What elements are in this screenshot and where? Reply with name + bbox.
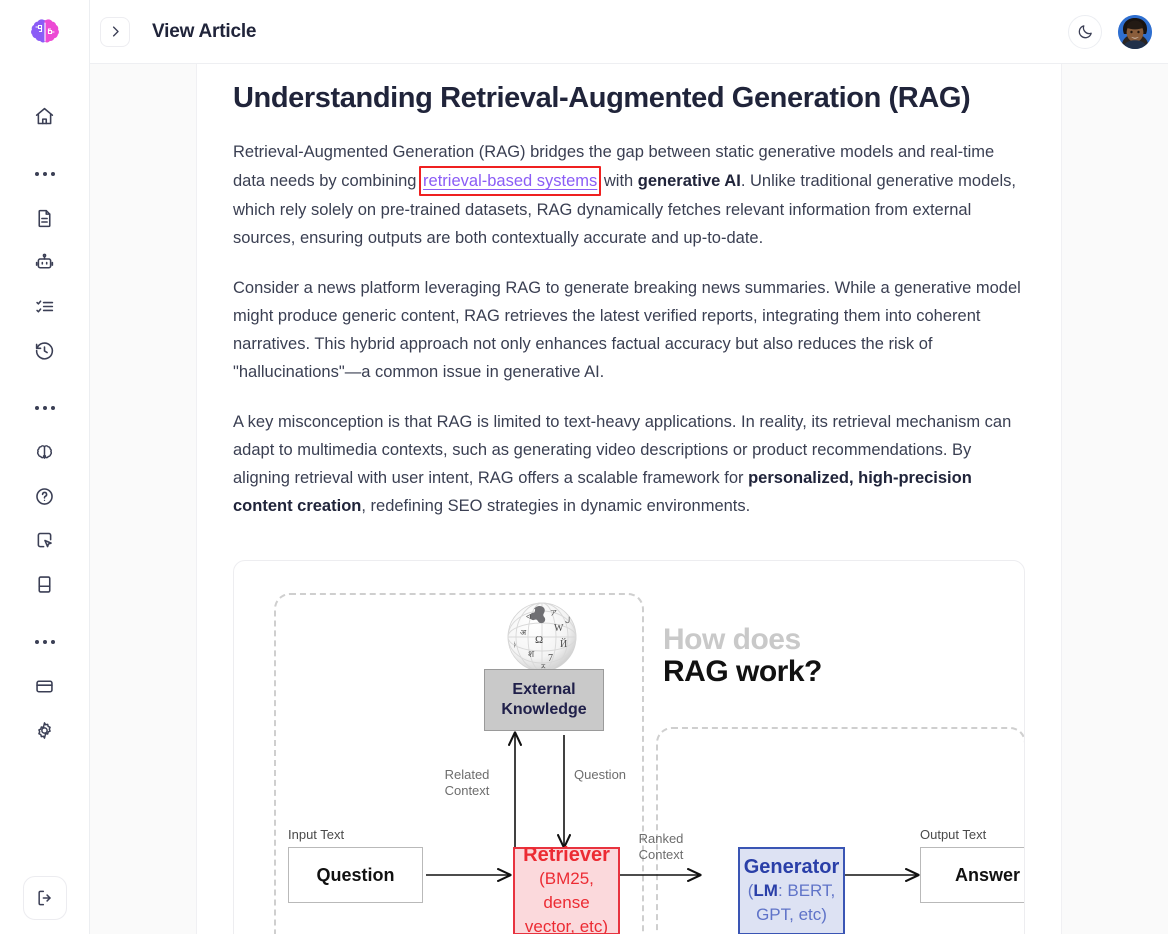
sidebar-item-help[interactable]	[23, 474, 67, 518]
logout-icon	[37, 890, 51, 906]
node-question: Question	[288, 847, 423, 903]
sidebar	[0, 0, 90, 934]
paragraph-1-bold: generative AI	[637, 172, 741, 190]
robot-icon	[35, 253, 54, 269]
sidebar-item-tasks[interactable]	[23, 284, 67, 328]
sidebar-item-home[interactable]	[23, 94, 67, 138]
app-root: View Article Understanding Retrieval-Aug…	[0, 0, 1168, 934]
brand-logo-container[interactable]	[0, 0, 90, 64]
article-card: rendering static content obsolete. Searc…	[196, 64, 1062, 934]
node-external-knowledge: External Knowledge	[484, 669, 604, 731]
user-avatar[interactable]	[1118, 14, 1152, 49]
ellipsis-icon	[34, 406, 39, 410]
theme-toggle-button[interactable]	[1068, 14, 1102, 49]
ellipsis-icon	[34, 172, 39, 176]
content-area: rendering static content obsolete. Searc…	[90, 64, 1168, 934]
svg-text:Й: Й	[560, 638, 567, 650]
question-circle-icon	[36, 487, 53, 505]
generator-subtitle: (LM: BERT, GPT, etc)	[747, 881, 836, 924]
avatar-image	[1118, 14, 1152, 49]
figure-heading-bold: RAG work?	[663, 655, 822, 688]
sidebar-item-settings[interactable]	[23, 708, 67, 752]
retrieval-based-systems-link[interactable]: retrieval-based systems	[423, 172, 597, 190]
external-knowledge-line-2: Knowledge	[501, 701, 587, 718]
list-check-icon	[36, 299, 54, 313]
article-figure: How does RAG work? Ω W Й अ ア ل श 7 ᐊ ᚦ ㅈ…	[233, 560, 1025, 934]
top-header: View Article	[90, 0, 1168, 64]
sidebar-item-history[interactable]	[23, 328, 67, 372]
sidebar-divider-2	[23, 386, 67, 430]
svg-text:ل: ل	[565, 616, 570, 624]
svg-text:अ: अ	[520, 628, 527, 637]
brain-logo-icon	[30, 19, 59, 43]
svg-text:7: 7	[548, 653, 553, 664]
cursor-click-icon	[37, 532, 52, 547]
sidebar-item-pointer[interactable]	[23, 518, 67, 562]
chevron-right-icon	[112, 26, 119, 37]
rag-diagram: How does RAG work? Ω W Й अ ア ل श 7 ᐊ ᚦ ㅈ…	[248, 575, 1024, 934]
sidebar-divider-1	[23, 152, 67, 196]
logout-container	[0, 876, 90, 934]
sidebar-item-agents[interactable]	[23, 240, 67, 284]
article-title: Understanding Retrieval-Augmented Genera…	[233, 82, 971, 114]
gear-icon	[38, 721, 51, 739]
paragraph-1-mid: with	[599, 172, 638, 190]
input-text-caption: Input Text	[288, 827, 345, 842]
retriever-subtitle: (BM25, dense vector, etc)	[524, 869, 609, 934]
credit-card-icon	[36, 679, 53, 693]
svg-text:ア: ア	[550, 609, 557, 617]
answer-value: Answer	[954, 864, 1021, 885]
sidebar-item-brain[interactable]	[23, 430, 67, 474]
book-icon	[38, 575, 51, 593]
article-paragraph-3: A key misconception is that RAG is limit…	[233, 408, 1025, 520]
ellipsis-icon	[34, 640, 39, 644]
external-knowledge-line-1: External	[512, 681, 576, 698]
generator-title: Generator	[743, 856, 840, 878]
moon-icon	[1078, 25, 1092, 39]
sidebar-divider-3	[23, 620, 67, 664]
node-retriever: Retriever (BM25, dense vector, etc)	[513, 844, 620, 934]
svg-text:ᐊ: ᐊ	[526, 613, 531, 621]
sidebar-item-billing[interactable]	[23, 664, 67, 708]
sidebar-item-documents[interactable]	[23, 196, 67, 240]
generator-lm-label: LM	[753, 881, 778, 900]
edge-label-ranked-context: Ranked Context	[638, 831, 684, 862]
history-icon	[35, 341, 54, 360]
sidebar-item-library[interactable]	[23, 562, 67, 606]
svg-text:W: W	[554, 623, 564, 634]
article-paragraph-1: Retrieval-Augmented Generation (RAG) bri…	[233, 138, 1025, 252]
document-icon	[38, 209, 51, 227]
figure-heading-soft: How does	[663, 623, 801, 656]
article-paragraph-2: Consider a news platform leveraging RAG …	[233, 279, 1021, 381]
edge-label-related-context: Related Context	[444, 767, 490, 798]
node-generator: Generator (LM: BERT, GPT, etc)	[738, 847, 845, 934]
sidebar-nav	[0, 64, 90, 876]
page-title: View Article	[152, 20, 257, 42]
paragraph-3-post: , redefining SEO strategies in dynamic e…	[361, 497, 751, 515]
logout-button[interactable]	[22, 876, 67, 920]
brain-icon	[36, 444, 53, 459]
sidebar-expand-button[interactable]	[100, 16, 130, 47]
node-answer: Answer	[920, 847, 1024, 903]
highlighted-link-box: retrieval-based systems	[419, 166, 602, 196]
svg-text:ᚦ: ᚦ	[513, 641, 517, 649]
header-actions	[1068, 14, 1152, 49]
edge-label-question: Question	[574, 767, 627, 782]
home-icon	[35, 107, 54, 124]
svg-text:Ω: Ω	[535, 634, 543, 646]
retriever-title: Retriever	[523, 844, 610, 866]
output-text-caption: Output Text	[920, 827, 987, 842]
svg-text:श: श	[528, 649, 535, 659]
question-value: Question	[316, 864, 395, 885]
